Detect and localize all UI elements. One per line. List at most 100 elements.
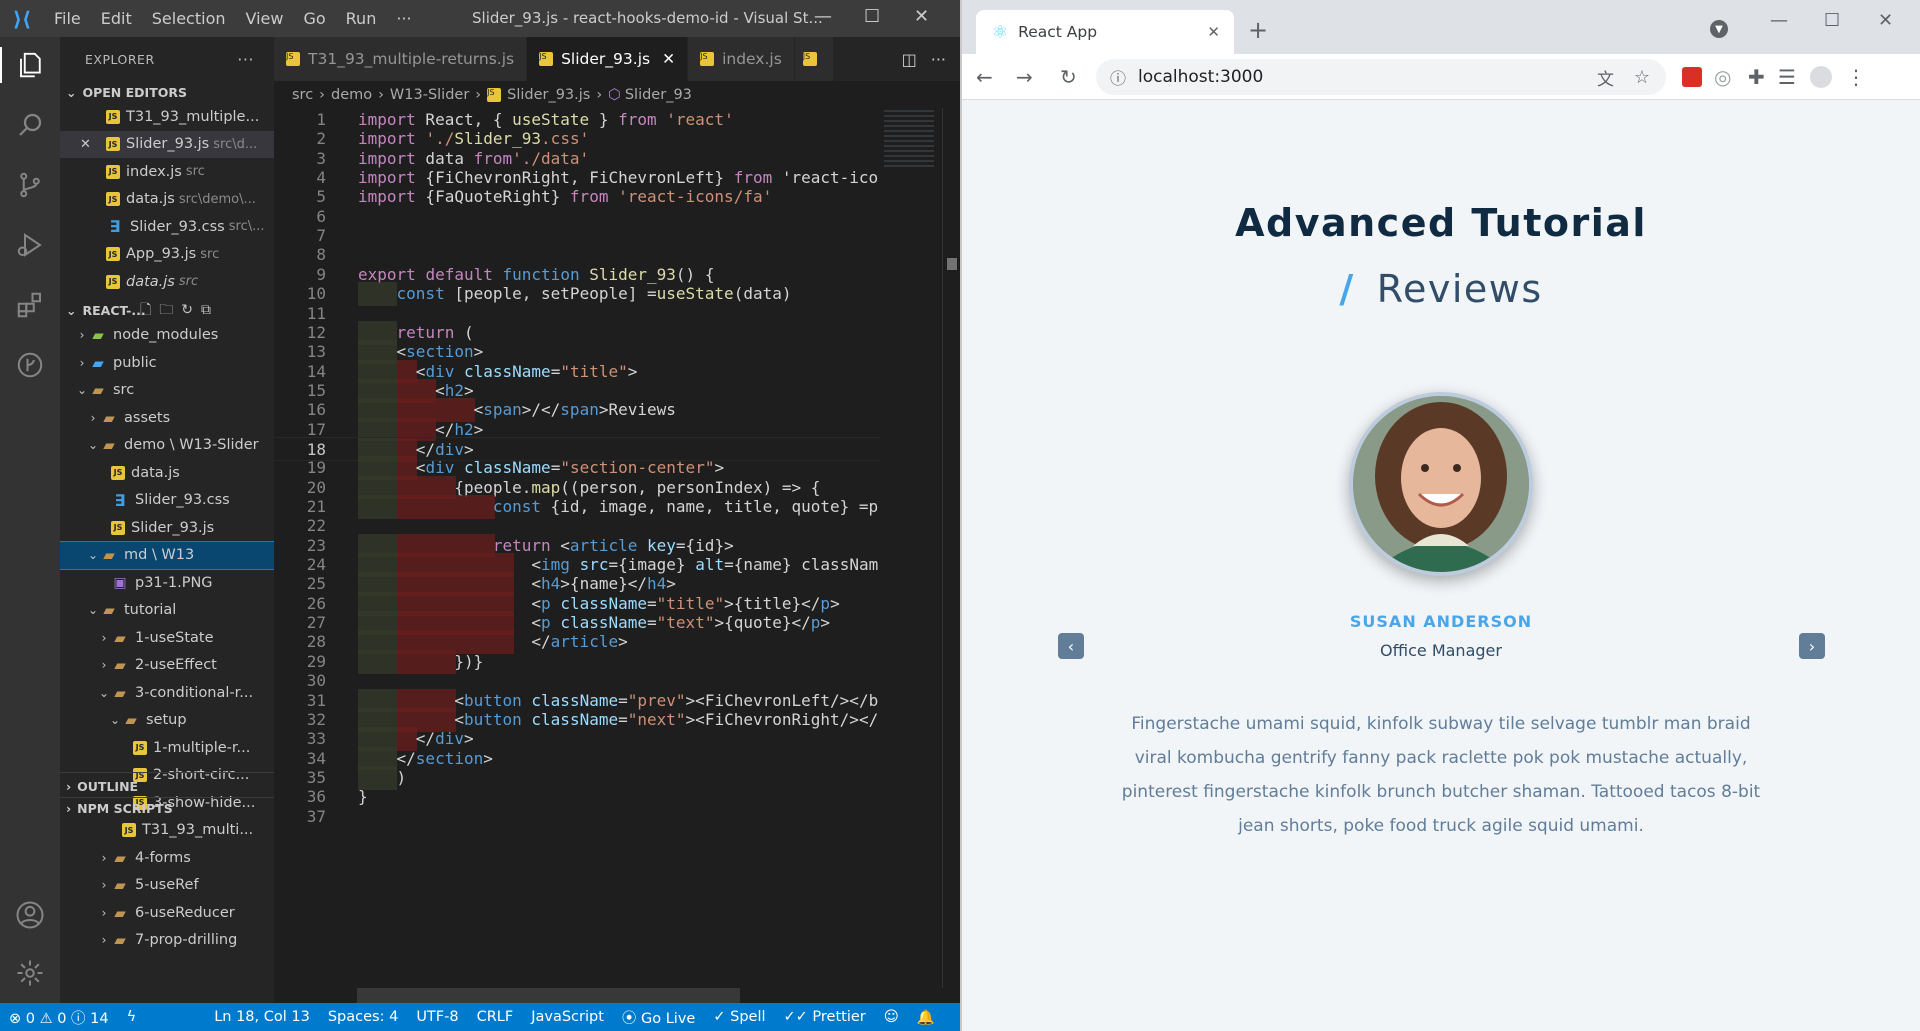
extensions-icon[interactable]: [12, 287, 48, 323]
cursor-position[interactable]: Ln 18, Col 13: [205, 1009, 319, 1025]
source-control-icon[interactable]: [12, 167, 48, 203]
open-editor-item[interactable]: ✕ JS Slider_93.js src\d...: [60, 130, 274, 158]
tab-index[interactable]: JS index.js: [688, 37, 795, 81]
folder-item[interactable]: › ▰ 5-useRef: [60, 872, 274, 900]
file-item[interactable]: JS T31_93_multi...: [60, 817, 274, 845]
folder-item[interactable]: ⌄ ▰ setup: [60, 707, 274, 735]
close-icon[interactable]: ✕: [1878, 10, 1893, 31]
vertical-scrollbar[interactable]: [942, 108, 960, 988]
open-editor-item[interactable]: JS App_93.js src: [60, 241, 274, 269]
settings-gear-icon[interactable]: [12, 955, 48, 991]
folder-item[interactable]: › ▰ 6-useReducer: [60, 899, 274, 927]
menu-file[interactable]: File: [44, 9, 91, 28]
breadcrumb-demo[interactable]: demo: [331, 87, 372, 103]
info-icon[interactable]: ⓘ: [1110, 65, 1126, 89]
split-editor-icon[interactable]: ◫: [902, 50, 917, 69]
run-debug-icon[interactable]: [12, 227, 48, 263]
go-live-button[interactable]: ⦿ Go Live: [613, 1007, 704, 1028]
file-item[interactable]: JS Slider_93.js: [60, 514, 274, 542]
new-tab-icon[interactable]: +: [1248, 16, 1268, 44]
problems-status[interactable]: ⊗ 0 ⚠ 0 ⓘ 14: [0, 1007, 118, 1028]
git-graph-icon[interactable]: [12, 347, 48, 383]
file-item[interactable]: JS data.js: [60, 459, 274, 487]
menu-selection[interactable]: Selection: [142, 9, 236, 28]
open-editor-item[interactable]: JS index.js src: [60, 158, 274, 186]
npm-scripts-section[interactable]: › NPM SCRIPTS: [60, 797, 274, 819]
menu-view[interactable]: View: [236, 9, 294, 28]
notifications-icon[interactable]: 🔔: [908, 1009, 944, 1026]
explorer-more-icon[interactable]: ···: [237, 50, 254, 69]
folder-item[interactable]: › ▰ 2-useEffect: [60, 652, 274, 680]
prev-button[interactable]: ‹: [1058, 633, 1084, 659]
folder-item[interactable]: › ▰ 4-forms: [60, 844, 274, 872]
folder-item[interactable]: › ▰ 7-prop-drilling: [60, 927, 274, 955]
tab-multiple-returns[interactable]: JS T31_93_multiple-returns.js: [274, 37, 528, 81]
next-button[interactable]: ›: [1799, 633, 1825, 659]
open-editor-item[interactable]: JS data.js src: [60, 268, 274, 296]
folder-item[interactable]: ⌄ ▰ src: [60, 377, 274, 405]
language-status[interactable]: JavaScript: [522, 1009, 613, 1025]
prettier-status[interactable]: ✓✓ Prettier: [775, 1009, 875, 1025]
extension-gray-icon[interactable]: ◎: [1714, 65, 1731, 89]
reading-list-icon[interactable]: ☰: [1778, 65, 1796, 89]
file-item[interactable]: ▣ p31-1.PNG: [60, 569, 274, 597]
minimize-icon[interactable]: —: [814, 6, 832, 27]
menu-more[interactable]: ···: [386, 9, 421, 28]
open-editor-item[interactable]: JS T31_93_multiple...: [60, 103, 274, 131]
extension-red-icon[interactable]: [1682, 67, 1702, 87]
open-editor-item[interactable]: JS data.js src\demo\...: [60, 186, 274, 214]
project-actions-icon[interactable]: 🗋🗀↻⧉: [140, 299, 219, 323]
minimap[interactable]: [880, 108, 942, 988]
breadcrumb-src[interactable]: src: [292, 87, 313, 103]
code-editor[interactable]: 1 import React, { useState } from 'react'…: [274, 108, 880, 988]
lightning-icon[interactable]: ϟ: [118, 1009, 146, 1025]
address-bar[interactable]: ⓘ localhost:3000 文 ☆: [1096, 59, 1666, 95]
tab-search-icon[interactable]: ▼: [1710, 20, 1728, 38]
encoding-status[interactable]: UTF-8: [407, 1009, 467, 1025]
account-icon[interactable]: [12, 897, 48, 933]
menu-edit[interactable]: Edit: [91, 9, 142, 28]
close-icon[interactable]: ✕: [80, 137, 94, 152]
folder-item[interactable]: › ▰ 1-useState: [60, 624, 274, 652]
tab-overflow[interactable]: JS: [794, 37, 834, 81]
close-icon[interactable]: ✕: [914, 6, 929, 27]
outline-section[interactable]: › OUTLINE: [60, 775, 274, 797]
reload-icon[interactable]: ↻: [1060, 65, 1077, 89]
project-section[interactable]: ⌄ REACT-... 🗋🗀↻⧉: [60, 300, 274, 322]
back-icon[interactable]: ←: [976, 65, 993, 89]
feedback-icon[interactable]: ☺: [875, 1009, 908, 1025]
translate-icon[interactable]: 文: [1597, 65, 1614, 90]
folder-item[interactable]: › ▰ node_modules: [60, 322, 274, 350]
tab-close-icon[interactable]: ✕: [1207, 23, 1220, 41]
menu-run[interactable]: Run: [336, 9, 387, 28]
spell-status[interactable]: ✓ Spell: [704, 1009, 774, 1025]
forward-icon[interactable]: →: [1016, 65, 1033, 89]
indentation-status[interactable]: Spaces: 4: [319, 1009, 407, 1025]
folder-item[interactable]: ⌄ ▰ tutorial: [60, 597, 274, 625]
extensions-puzzle-icon[interactable]: ✚: [1748, 65, 1765, 89]
maximize-icon[interactable]: ☐: [1824, 10, 1840, 31]
bookmark-star-icon[interactable]: ☆: [1634, 67, 1650, 88]
profile-avatar-icon[interactable]: [1810, 66, 1832, 88]
file-item[interactable]: JS 1-multiple-r...: [60, 734, 274, 762]
folder-item[interactable]: › ▰ assets: [60, 404, 274, 432]
breadcrumb-folder[interactable]: W13-Slider: [390, 87, 469, 103]
maximize-icon[interactable]: ☐: [864, 6, 880, 27]
folder-item[interactable]: ⌄ ▰ 3-conditional-r...: [60, 679, 274, 707]
folder-item[interactable]: › ▰ public: [60, 349, 274, 377]
editor-more-icon[interactable]: ···: [931, 50, 946, 69]
open-editor-item[interactable]: ∃ Slider_93.css src\...: [60, 213, 274, 241]
tab-slider-93[interactable]: JS Slider_93.js ✕: [527, 37, 689, 81]
code-line[interactable]: 37: [274, 805, 880, 829]
folder-item[interactable]: ⌄ ▰ demo \ W13-Slider: [60, 432, 274, 460]
file-item[interactable]: ∃ Slider_93.css: [60, 487, 274, 515]
eol-status[interactable]: CRLF: [468, 1009, 523, 1025]
minimize-icon[interactable]: —: [1770, 10, 1788, 31]
explorer-icon[interactable]: [0, 47, 60, 83]
tab-close-icon[interactable]: ✕: [662, 50, 675, 68]
folder-item[interactable]: ⌄ ▰ md \ W13: [60, 540, 274, 570]
menu-go[interactable]: Go: [293, 9, 335, 28]
breadcrumb-file[interactable]: Slider_93.js: [507, 87, 590, 103]
chrome-menu-icon[interactable]: ⋮: [1846, 65, 1866, 89]
search-icon[interactable]: [12, 107, 48, 143]
